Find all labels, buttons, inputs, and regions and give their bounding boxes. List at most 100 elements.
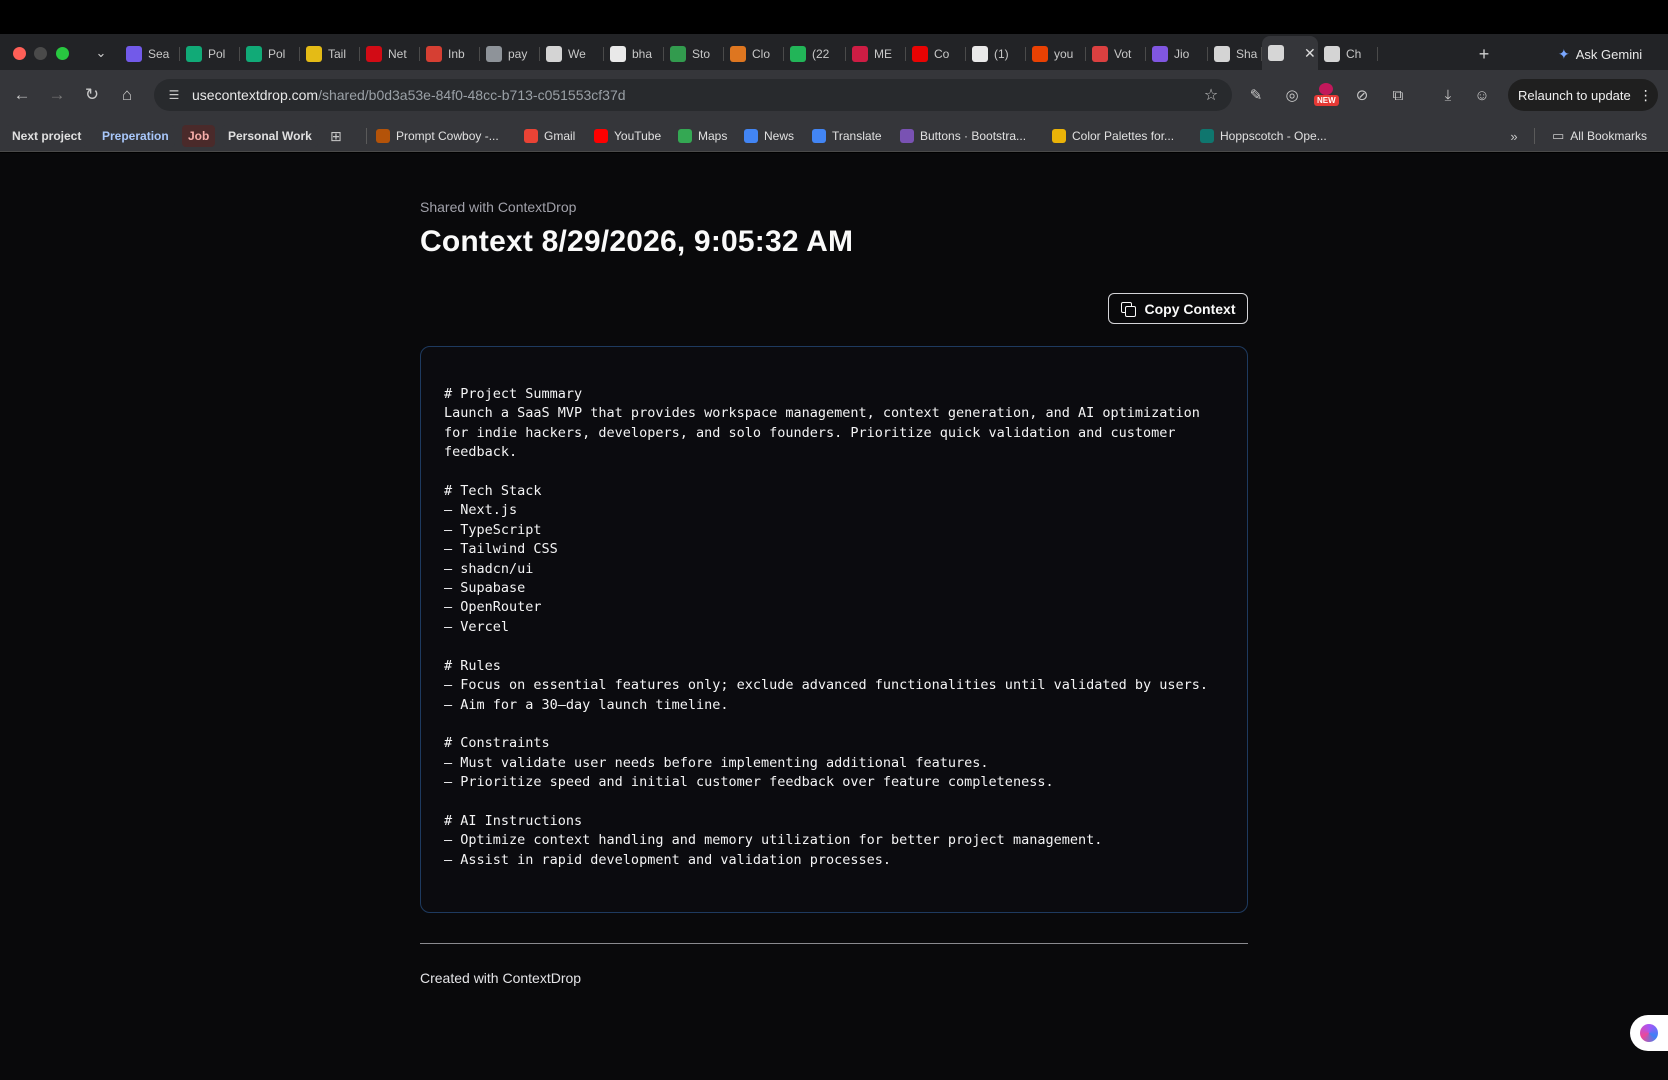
bootstrap-icon	[900, 129, 914, 143]
kebab-menu-icon: ⋮	[1638, 86, 1653, 103]
browser-tab[interactable]: bha	[604, 40, 664, 68]
browser-tab[interactable]: Pol	[180, 40, 240, 68]
browser-tab[interactable]: Co	[906, 40, 966, 68]
netflix-icon	[366, 46, 382, 62]
cowboy-icon	[376, 129, 390, 143]
youtube-icon	[912, 46, 928, 62]
tab-label: Sto	[692, 47, 711, 61]
bookmark-group[interactable]: Next project	[6, 125, 88, 147]
back-arrow-icon[interactable]: ←	[10, 83, 34, 107]
browser-tab[interactable]: Inb	[420, 40, 480, 68]
browser-tab[interactable]: Ch	[1318, 40, 1378, 68]
bookmark-label: YouTube	[614, 129, 662, 143]
browser-tab[interactable]: ME	[846, 40, 906, 68]
new-tab-plus-icon[interactable]: +	[1470, 40, 1498, 68]
bookmark-group[interactable]: Preperation	[96, 125, 175, 147]
copy-context-button[interactable]: Copy Context	[1108, 293, 1248, 324]
footer-divider	[420, 943, 1248, 944]
tab-label: Net	[388, 47, 407, 61]
all-bookmarks-folder[interactable]: ▭ All Bookmarks	[1552, 125, 1647, 147]
x-logo-icon	[972, 46, 988, 62]
bookmark-group[interactable]: Job	[182, 125, 216, 147]
page-title: Context 8/29/2026, 9:05:32 AM	[420, 225, 854, 258]
bookmark-item[interactable]: Gmail	[524, 125, 575, 147]
bookmark-item[interactable]: Buttons · Bootstra...	[900, 125, 1026, 147]
window-maximize-button[interactable]	[56, 47, 69, 60]
folder-icon: ▭	[1552, 128, 1565, 143]
browser-tab[interactable]: Vot	[1086, 40, 1146, 68]
bookmark-label: Translate	[832, 129, 882, 143]
m-logo-icon	[852, 46, 868, 62]
window-close-button[interactable]	[13, 47, 26, 60]
site-info-tune-icon[interactable]: ☰	[164, 85, 184, 105]
cloud-icon	[730, 46, 746, 62]
relaunch-to-update-button[interactable]: Relaunch to update ⋮	[1508, 79, 1658, 111]
colorful-dots-icon	[126, 46, 142, 62]
browser-tab[interactable]: We	[540, 40, 604, 68]
copy-context-label: Copy Context	[1144, 300, 1236, 317]
tab-label: you	[1054, 47, 1074, 61]
browser-tab[interactable]: you	[1026, 40, 1086, 68]
tab-label: Jio	[1174, 47, 1190, 61]
tab-separator	[1377, 47, 1378, 61]
tab-label: Sha	[1236, 47, 1258, 61]
home-icon[interactable]: ⌂	[115, 83, 139, 107]
footer-credit: Created with ContextDrop	[420, 970, 582, 986]
browser-tab[interactable]: Sha	[1208, 40, 1262, 68]
tab-label: pay	[508, 47, 528, 61]
tab-label: Pol	[268, 47, 286, 61]
tab-close-icon[interactable]: ✕	[1304, 45, 1316, 62]
browser-tab[interactable]: Clo	[724, 40, 784, 68]
profile-avatar-icon[interactable]: ☺	[1470, 83, 1494, 107]
bookmark-star-icon[interactable]: ☆	[1200, 84, 1222, 106]
download-icon[interactable]: ⤓	[1436, 83, 1460, 107]
url-domain: usecontextdrop.com	[192, 87, 319, 103]
tab-label: Clo	[752, 47, 771, 61]
bookmark-item[interactable]: Prompt Cowboy -...	[376, 125, 499, 147]
browser-tab[interactable]: Tail	[300, 40, 360, 68]
tab-search-chevron-icon[interactable]: ⌄	[90, 42, 112, 64]
browser-tab[interactable]: Jio	[1146, 40, 1208, 68]
context-card: # Project Summary Launch a SaaS MVP that…	[420, 346, 1248, 913]
browser-tab[interactable]: Net	[360, 40, 420, 68]
sticky-note-icon	[306, 46, 322, 62]
forward-arrow-icon[interactable]: →	[45, 83, 69, 107]
copy-icon	[1120, 301, 1136, 317]
bookmark-item[interactable]: Hoppscotch - Ope...	[1200, 125, 1327, 147]
bookmark-label: Maps	[698, 129, 728, 143]
url-text[interactable]: usecontextdrop.com/shared/b0d3a53e-84f0-…	[192, 87, 626, 103]
browser-tab[interactable]: (1)	[966, 40, 1026, 68]
browser-tab[interactable]: Sto	[664, 40, 724, 68]
eyedropper-extension-icon[interactable]: ✎	[1244, 83, 1268, 107]
apps-grid-icon[interactable]: ⊞	[330, 125, 342, 147]
new-extension-icon[interactable]: NEW	[1314, 83, 1340, 107]
browser-tab[interactable]: ✕	[1262, 36, 1318, 70]
bookmark-group[interactable]: Personal Work	[222, 125, 318, 147]
bookmark-item[interactable]: YouTube	[594, 125, 661, 147]
target-extension-icon[interactable]: ◎	[1280, 83, 1304, 107]
reload-icon[interactable]: ↻	[80, 83, 104, 107]
browser-tab[interactable]: Pol	[240, 40, 300, 68]
ask-gemini-button[interactable]: ✦ Ask Gemini	[1558, 42, 1642, 66]
tab-label: Vot	[1114, 47, 1132, 61]
browser-tab[interactable]: pay	[480, 40, 540, 68]
tab-label: Inb	[448, 47, 465, 61]
bookmark-item[interactable]: Color Palettes for...	[1052, 125, 1174, 147]
youtube-icon	[594, 129, 608, 143]
bolt-icon	[246, 46, 262, 62]
bookmarks-separator	[366, 128, 367, 144]
address-bar[interactable]: ☰ usecontextdrop.com/shared/b0d3a53e-84f…	[154, 79, 1232, 111]
floating-brain-extension-button[interactable]	[1630, 1015, 1668, 1051]
bookmark-item[interactable]: News	[744, 125, 794, 147]
compass-extension-icon[interactable]: ⊘	[1350, 83, 1374, 107]
extensions-puzzle-icon[interactable]: ⧉	[1386, 83, 1410, 107]
bookmarks-overflow-icon[interactable]: »	[1504, 126, 1524, 146]
tab-label: Ch	[1346, 47, 1362, 61]
browser-tab[interactable]: Sea	[120, 40, 180, 68]
browser-tab[interactable]: (22	[784, 40, 846, 68]
hoppscotch-icon	[1200, 129, 1214, 143]
bookmark-item[interactable]: Translate	[812, 125, 882, 147]
window-minimize-button[interactable]	[34, 47, 47, 60]
bookmark-item[interactable]: Maps	[678, 125, 727, 147]
bookmark-group-label: Preperation	[102, 129, 169, 143]
